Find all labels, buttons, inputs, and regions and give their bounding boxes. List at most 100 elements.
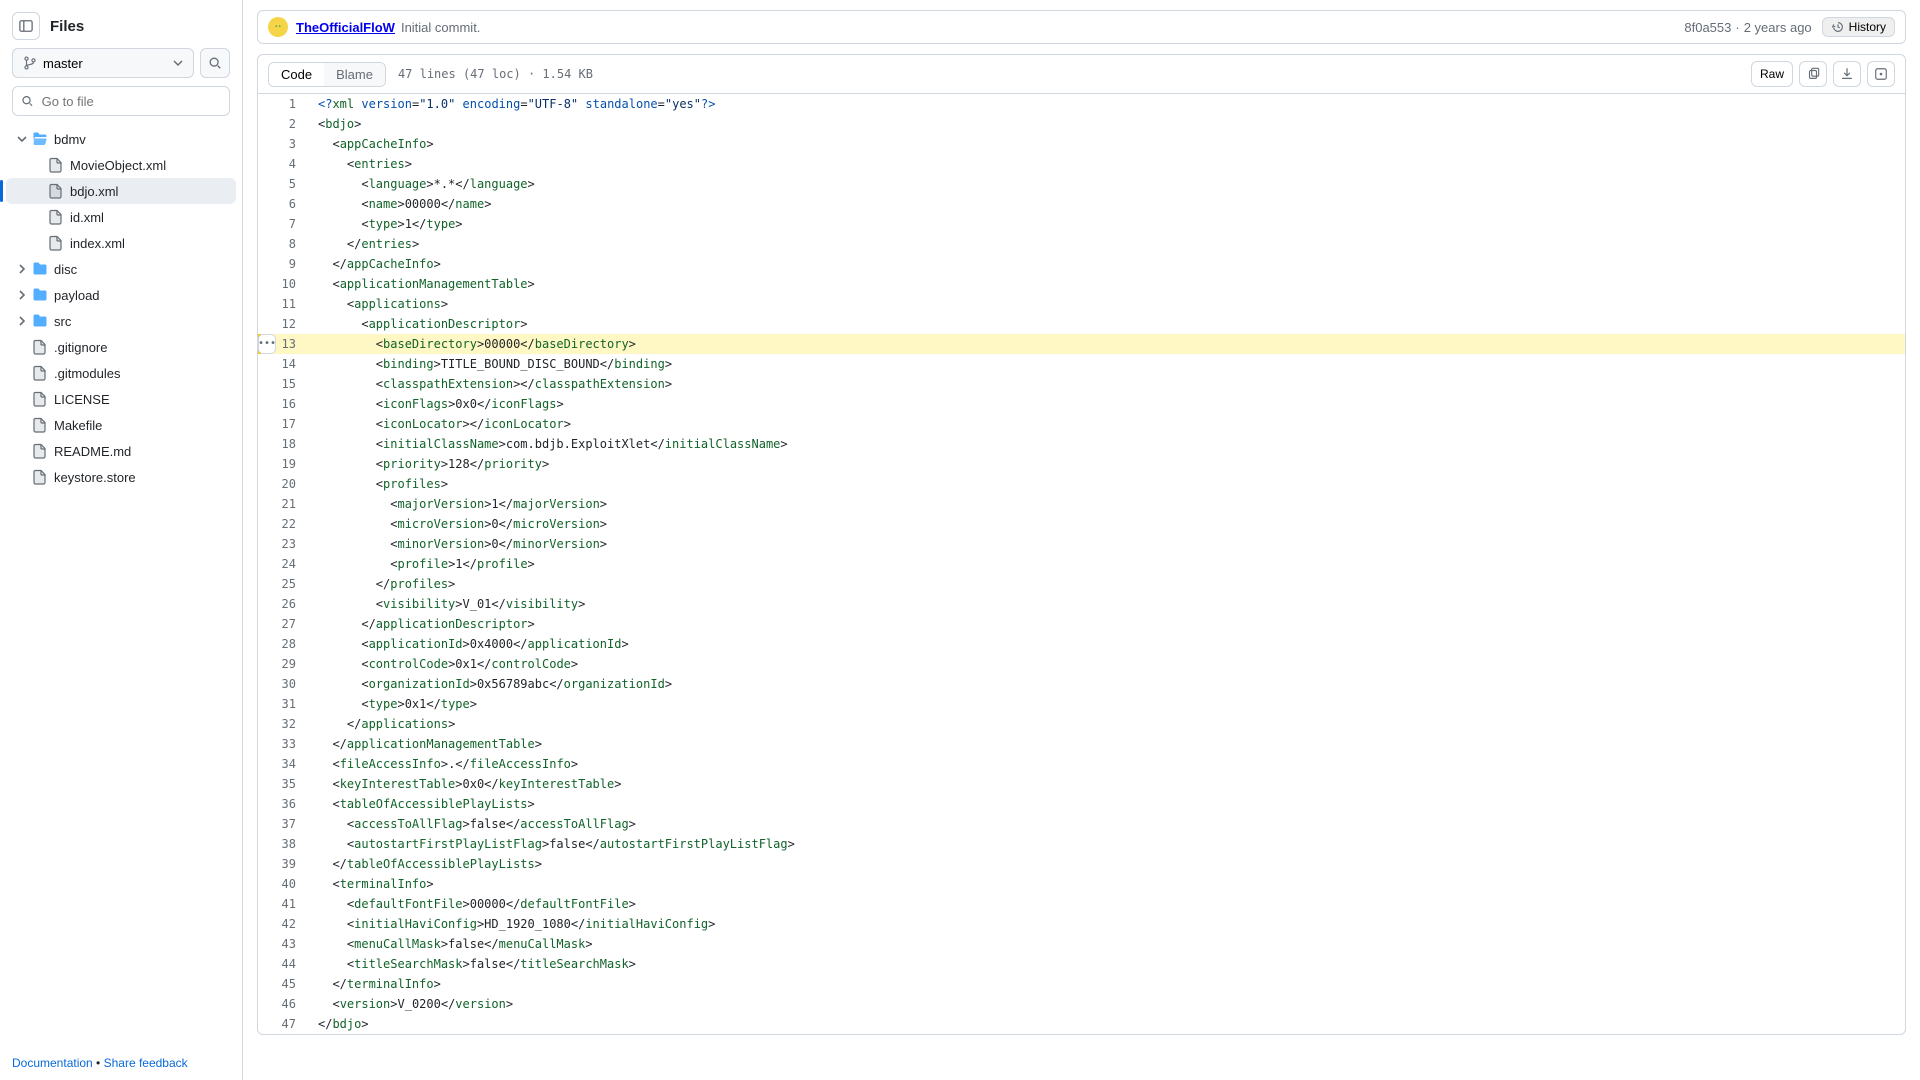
line-number[interactable]: 26	[258, 594, 308, 614]
tree-file[interactable]: LICENSE	[6, 386, 236, 412]
tree-file[interactable]: README.md	[6, 438, 236, 464]
line-number[interactable]: 9	[258, 254, 308, 274]
code-line[interactable]: 12 <applicationDescriptor>	[258, 314, 1905, 334]
code-line[interactable]: 46 <version>V_0200</version>	[258, 994, 1905, 1014]
line-number[interactable]: 44	[258, 954, 308, 974]
code-line[interactable]: 36 <tableOfAccessiblePlayLists>	[258, 794, 1905, 814]
line-number[interactable]: 19	[258, 454, 308, 474]
line-number[interactable]: 21	[258, 494, 308, 514]
feedback-link[interactable]: Share feedback	[104, 1056, 188, 1070]
code-line[interactable]: 33 </applicationManagementTable>	[258, 734, 1905, 754]
code-line[interactable]: 26 <visibility>V_01</visibility>	[258, 594, 1905, 614]
blame-tab[interactable]: Blame	[324, 63, 385, 86]
line-number[interactable]: 4	[258, 154, 308, 174]
code-line[interactable]: 24 <profile>1</profile>	[258, 554, 1905, 574]
code-line[interactable]: 45 </terminalInfo>	[258, 974, 1905, 994]
line-number[interactable]: 37	[258, 814, 308, 834]
doc-link[interactable]: Documentation	[12, 1056, 93, 1070]
code-line[interactable]: 38 <autostartFirstPlayListFlag>false</au…	[258, 834, 1905, 854]
code-line[interactable]: 8 </entries>	[258, 234, 1905, 254]
gotofile-input[interactable]	[40, 93, 221, 110]
code-line[interactable]: •••13 <baseDirectory>00000</baseDirector…	[258, 334, 1905, 354]
tree-twist[interactable]	[14, 316, 30, 326]
code-line[interactable]: 34 <fileAccessInfo>.</fileAccessInfo>	[258, 754, 1905, 774]
line-number[interactable]: 17	[258, 414, 308, 434]
line-number[interactable]: 22	[258, 514, 308, 534]
tree-twist[interactable]	[14, 290, 30, 300]
raw-button[interactable]: Raw	[1751, 61, 1793, 87]
line-number[interactable]: 2	[258, 114, 308, 134]
code-line[interactable]: 14 <binding>TITLE_BOUND_DISC_BOUND</bind…	[258, 354, 1905, 374]
author-avatar[interactable]	[268, 17, 288, 37]
code-line[interactable]: 11 <applications>	[258, 294, 1905, 314]
line-number[interactable]: 38	[258, 834, 308, 854]
copy-button[interactable]	[1799, 61, 1827, 87]
line-number[interactable]: 39	[258, 854, 308, 874]
line-number[interactable]: 45	[258, 974, 308, 994]
code-line[interactable]: 25 </profiles>	[258, 574, 1905, 594]
line-number[interactable]: 31	[258, 694, 308, 714]
line-number[interactable]: 18	[258, 434, 308, 454]
code-line[interactable]: 15 <classpathExtension></classpathExtens…	[258, 374, 1905, 394]
line-number[interactable]: 28	[258, 634, 308, 654]
collapse-sidebar-button[interactable]	[12, 12, 40, 40]
code-line[interactable]: 39 </tableOfAccessiblePlayLists>	[258, 854, 1905, 874]
code-line[interactable]: 3 <appCacheInfo>	[258, 134, 1905, 154]
line-number[interactable]: 33	[258, 734, 308, 754]
line-number[interactable]: 32	[258, 714, 308, 734]
code-line[interactable]: 43 <menuCallMask>false</menuCallMask>	[258, 934, 1905, 954]
line-number[interactable]: 3	[258, 134, 308, 154]
tree-twist[interactable]	[14, 264, 30, 274]
line-number[interactable]: 1	[258, 94, 308, 114]
code-line[interactable]: 40 <terminalInfo>	[258, 874, 1905, 894]
line-number[interactable]: 10	[258, 274, 308, 294]
code-line[interactable]: 10 <applicationManagementTable>	[258, 274, 1905, 294]
line-number[interactable]: 35	[258, 774, 308, 794]
line-number[interactable]: 23	[258, 534, 308, 554]
line-number[interactable]: 7	[258, 214, 308, 234]
code-line[interactable]: 20 <profiles>	[258, 474, 1905, 494]
line-number[interactable]: 41	[258, 894, 308, 914]
code-line[interactable]: 27 </applicationDescriptor>	[258, 614, 1905, 634]
download-button[interactable]	[1833, 61, 1861, 87]
line-number[interactable]: 34	[258, 754, 308, 774]
code-line[interactable]: 4 <entries>	[258, 154, 1905, 174]
code-line[interactable]: 6 <name>00000</name>	[258, 194, 1905, 214]
branch-select[interactable]: master	[12, 48, 194, 78]
line-number[interactable]: 15	[258, 374, 308, 394]
code-line[interactable]: 5 <language>*.*</language>	[258, 174, 1905, 194]
code-line[interactable]: 2<bdjo>	[258, 114, 1905, 134]
tree-folder[interactable]: disc	[6, 256, 236, 282]
code-line[interactable]: 41 <defaultFontFile>00000</defaultFontFi…	[258, 894, 1905, 914]
tree-twist[interactable]	[14, 134, 30, 144]
gotofile-input-wrap[interactable]	[12, 86, 230, 116]
search-branch-button[interactable]	[200, 48, 230, 78]
line-number[interactable]: 27	[258, 614, 308, 634]
line-number[interactable]: 25	[258, 574, 308, 594]
tree-file[interactable]: .gitmodules	[6, 360, 236, 386]
line-menu-button[interactable]: •••	[258, 334, 276, 354]
line-number[interactable]: 12	[258, 314, 308, 334]
tree-folder[interactable]: src	[6, 308, 236, 334]
code-line[interactable]: 22 <microVersion>0</microVersion>	[258, 514, 1905, 534]
tree-file[interactable]: id.xml	[6, 204, 236, 230]
line-number[interactable]: 43	[258, 934, 308, 954]
code-line[interactable]: 21 <majorVersion>1</majorVersion>	[258, 494, 1905, 514]
code-line[interactable]: 32 </applications>	[258, 714, 1905, 734]
code-line[interactable]: 42 <initialHaviConfig>HD_1920_1080</init…	[258, 914, 1905, 934]
tree-file[interactable]: keystore.store	[6, 464, 236, 490]
line-number[interactable]: 8	[258, 234, 308, 254]
author-link[interactable]: TheOfficialFloW	[296, 20, 395, 35]
line-number[interactable]: 14	[258, 354, 308, 374]
tree-folder[interactable]: payload	[6, 282, 236, 308]
line-number[interactable]: 29	[258, 654, 308, 674]
code-line[interactable]: 47</bdjo>	[258, 1014, 1905, 1034]
code-line[interactable]: 23 <minorVersion>0</minorVersion>	[258, 534, 1905, 554]
line-number[interactable]: 11	[258, 294, 308, 314]
code-line[interactable]: 16 <iconFlags>0x0</iconFlags>	[258, 394, 1905, 414]
tree-folder[interactable]: bdmv	[6, 126, 236, 152]
code-line[interactable]: 7 <type>1</type>	[258, 214, 1905, 234]
code-line[interactable]: 37 <accessToAllFlag>false</accessToAllFl…	[258, 814, 1905, 834]
line-number[interactable]: 6	[258, 194, 308, 214]
line-number[interactable]: 46	[258, 994, 308, 1014]
